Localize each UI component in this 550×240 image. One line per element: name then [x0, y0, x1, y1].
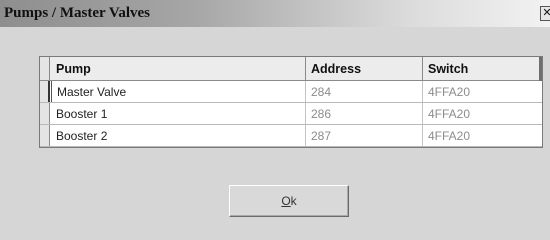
pump-cell[interactable]: Master Valve: [51, 81, 306, 102]
close-icon[interactable]: ✕: [540, 6, 550, 21]
ok-button-label: k: [290, 194, 297, 208]
pumps-grid: Pump Address Switch Master Valve 284 4FF…: [39, 56, 543, 148]
pump-cell[interactable]: Booster 2: [51, 125, 306, 146]
row-indicator[interactable]: [40, 125, 50, 146]
dialog-window: Pumps / Master Valves ✕ Pump Address Swi…: [0, 0, 550, 240]
ok-button-mnemonic: O: [281, 194, 291, 208]
column-header-switch[interactable]: Switch: [423, 57, 542, 80]
window-title: Pumps / Master Valves: [4, 5, 150, 21]
address-cell[interactable]: 284: [306, 81, 423, 102]
grid-scrollbar-edge: [539, 57, 542, 81]
switch-cell[interactable]: 4FFA20: [423, 125, 542, 146]
ok-button[interactable]: Ok: [229, 185, 349, 217]
column-header-pump[interactable]: Pump: [51, 57, 306, 80]
column-header-address[interactable]: Address: [306, 57, 423, 80]
title-bar[interactable]: Pumps / Master Valves ✕: [0, 0, 550, 27]
switch-cell[interactable]: 4FFA20: [423, 103, 542, 124]
grid-header-row: Pump Address Switch: [40, 57, 542, 81]
table-row[interactable]: Booster 2 287 4FFA20: [40, 125, 542, 147]
row-indicator-header: [40, 57, 50, 80]
row-indicator[interactable]: [40, 103, 50, 124]
address-cell[interactable]: 286: [306, 103, 423, 124]
switch-cell[interactable]: 4FFA20: [423, 81, 542, 102]
pump-cell[interactable]: Booster 1: [51, 103, 306, 124]
table-row[interactable]: Master Valve 284 4FFA20: [40, 81, 542, 103]
row-indicator[interactable]: [40, 81, 50, 102]
table-row[interactable]: Booster 1 286 4FFA20: [40, 103, 542, 125]
address-cell[interactable]: 287: [306, 125, 423, 146]
